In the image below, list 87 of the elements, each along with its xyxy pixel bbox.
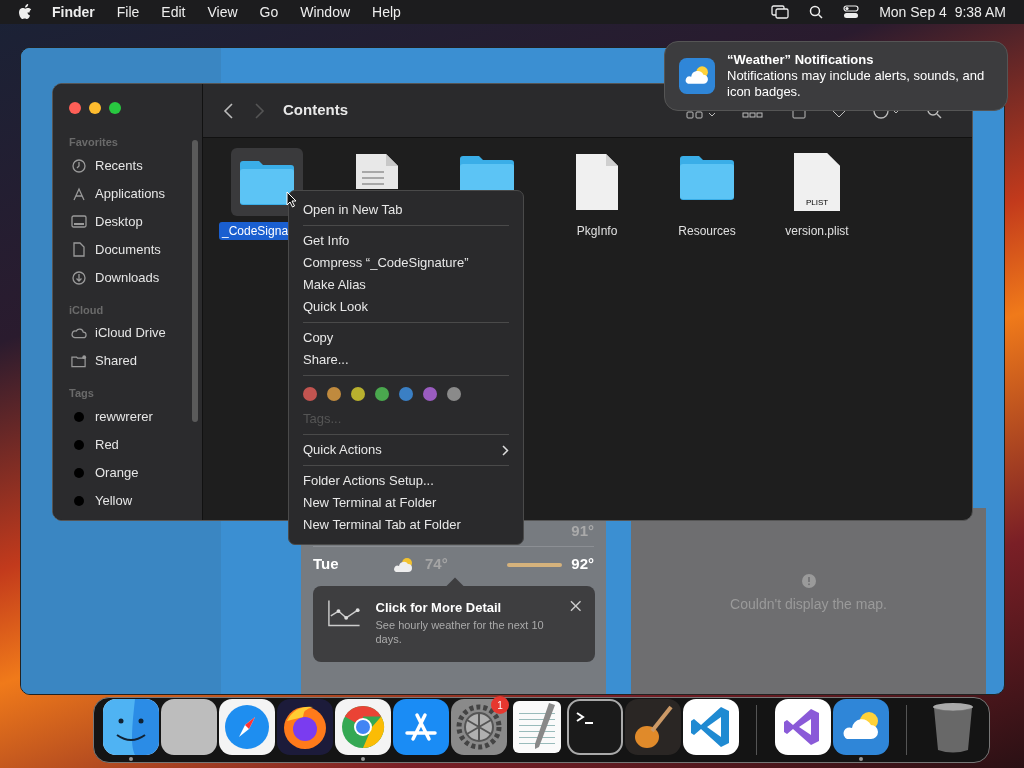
sidebar-heading: Tags <box>69 386 95 401</box>
gear-icon[interactable] <box>450 699 507 755</box>
info-icon <box>801 574 816 588</box>
notification-toast[interactable]: “Weather” Notifications Notifications may include alerts, sounds, and icon badges. <box>664 41 1008 111</box>
close-window-button[interactable] <box>69 102 81 114</box>
sidebar-item[interactable]: Downloads <box>69 263 186 292</box>
close-icon[interactable] <box>569 600 581 612</box>
cloud-icon <box>71 327 87 339</box>
clock-text[interactable]: Mon Sep 4 9:38 AM <box>879 1 1006 23</box>
tooltip-text: See hourly weather for the next 10 days. <box>375 617 545 646</box>
finder-icon[interactable] <box>102 699 159 755</box>
weather-icon[interactable] <box>832 699 889 755</box>
menu-item[interactable]: View <box>207 1 238 23</box>
folder-icon <box>238 158 296 206</box>
sidebar-item[interactable]: Red <box>69 430 186 459</box>
file-name[interactable]: version.plist <box>782 222 852 240</box>
menu-item[interactable]: Help <box>372 1 401 23</box>
menu-item[interactable]: Edit <box>161 1 186 23</box>
minimize-window-button[interactable] <box>89 102 101 114</box>
screen-mirroring-icon[interactable] <box>771 5 790 19</box>
day-label: Tue <box>313 554 340 575</box>
menu-item[interactable]: Compress “_CodeSignature” <box>303 252 509 274</box>
menu-item[interactable]: Folder Actions Setup... <box>303 470 509 492</box>
blank-document-icon <box>574 153 620 211</box>
window-title: Contents <box>283 100 348 121</box>
scrollbar[interactable] <box>192 140 198 422</box>
menu-item[interactable]: Open in New Tab <box>303 199 509 221</box>
compass-icon[interactable] <box>218 699 275 755</box>
mouse-cursor-icon <box>286 191 298 208</box>
menu-item[interactable]: Quick Look <box>303 296 509 318</box>
detail-tooltip[interactable]: Click for More Detail See hourly weather for the next 10 days. <box>313 586 595 662</box>
notification-badge: 1 <box>491 696 509 714</box>
menu-item[interactable]: New Terminal at Folder <box>303 492 509 514</box>
menu-item[interactable]: Go <box>259 1 279 23</box>
menu-item[interactable]: Copy <box>303 327 509 349</box>
file-name[interactable]: Resources <box>675 222 739 240</box>
zoom-window-button[interactable] <box>109 102 121 114</box>
menu-item[interactable]: Make Alias <box>303 274 509 296</box>
sidebar-item[interactable]: Yellow <box>69 486 186 515</box>
clock-icon <box>72 158 86 173</box>
shared-folder-icon <box>71 354 87 368</box>
control-center-icon[interactable] <box>843 5 860 19</box>
app-menu[interactable]: Finder <box>52 1 95 23</box>
text-document-icon <box>354 153 400 189</box>
menu-item[interactable]: File <box>116 1 140 23</box>
back-icon[interactable] <box>223 102 235 119</box>
chevron-right-icon <box>502 444 509 456</box>
guitar-icon[interactable] <box>624 699 681 755</box>
desktop-icon <box>71 215 87 228</box>
sidebar-item[interactable]: Shared <box>69 347 186 375</box>
sidebar-item[interactable]: Desktop <box>69 207 186 236</box>
partly-sunny-icon <box>393 556 415 573</box>
menu-item[interactable]: Get Info <box>303 230 509 252</box>
apple-logo-icon[interactable] <box>18 4 32 20</box>
sidebar-item[interactable]: rewwrerer <box>69 402 186 431</box>
code-editor-icon[interactable] <box>682 699 739 755</box>
app-store-icon[interactable] <box>392 699 449 755</box>
menu-item[interactable]: New Terminal Tab at Folder <box>303 514 509 536</box>
menu-item[interactable]: Share... <box>303 349 509 371</box>
search-icon[interactable] <box>809 5 824 19</box>
submenu-item[interactable]: Quick Actions <box>303 439 509 461</box>
sidebar-item[interactable]: Documents <box>69 235 186 264</box>
fox-globe-icon[interactable] <box>276 699 333 755</box>
chrome-icon[interactable] <box>334 699 391 755</box>
tooltip-title: Click for More Detail <box>375 599 503 617</box>
file-name[interactable]: PkgInfo <box>573 222 621 240</box>
sidebar-item[interactable]: Applications <box>69 179 186 208</box>
temperature-range-bar <box>507 562 562 567</box>
download-icon <box>72 270 86 285</box>
line-chart-icon <box>327 598 362 628</box>
notification-text: Notifications may include alerts, sounds, and icon badges. <box>727 68 986 100</box>
sidebar-heading: Favorites <box>69 135 119 150</box>
file-type-label: PLIST <box>805 199 829 207</box>
document-icon <box>73 242 85 257</box>
sidebar-heading: iCloud <box>69 302 105 318</box>
sidebar-item[interactable]: iCloud Drive <box>69 319 186 347</box>
sidebar-item[interactable]: Recents <box>69 151 186 180</box>
apps-icon <box>72 186 86 201</box>
high-temperature: 92° <box>571 554 594 575</box>
terminal-icon[interactable] <box>566 699 623 755</box>
selected-file-tile[interactable] <box>231 148 303 216</box>
folder-icon <box>678 153 736 201</box>
sidebar-item[interactable]: Orange <box>69 458 186 487</box>
notification-title: “Weather” Notifications <box>727 52 875 68</box>
infinity-loop-icon[interactable] <box>774 699 831 755</box>
weather-icon <box>679 58 715 94</box>
menu-item[interactable]: Window <box>300 1 351 23</box>
